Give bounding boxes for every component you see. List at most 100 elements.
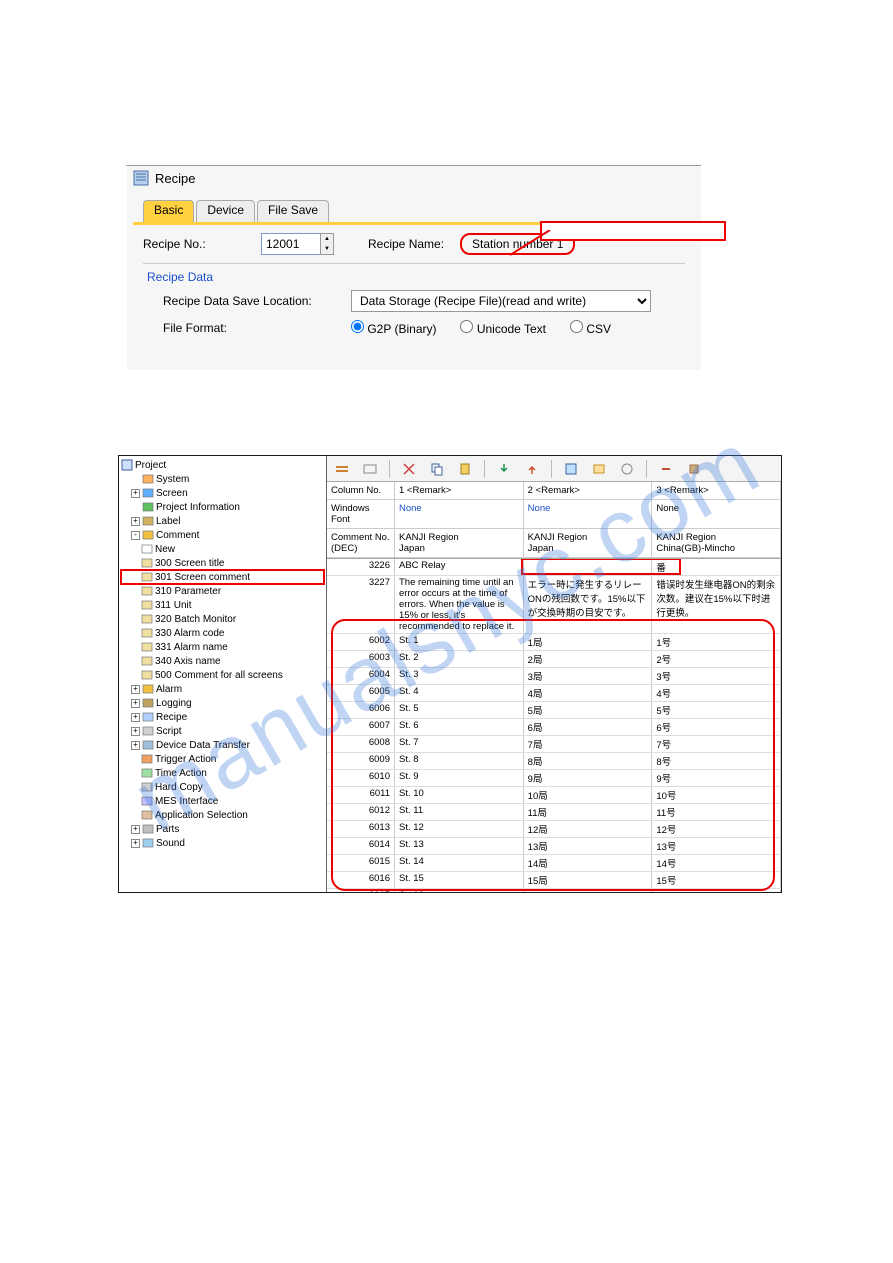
- cell-remark-3[interactable]: 9号: [652, 770, 781, 786]
- tb-btn-10[interactable]: [618, 460, 636, 478]
- cell-remark-3[interactable]: 错误时发生继电器ON的剩余次数。建议在15%以下时进行更换。: [652, 576, 781, 633]
- cell-remark-2[interactable]: 1局: [524, 634, 653, 650]
- tree-item[interactable]: 331 Alarm name: [121, 640, 324, 654]
- cell-remark-1[interactable]: St. 8: [395, 753, 524, 769]
- tb-btn-9[interactable]: [590, 460, 608, 478]
- tree-item[interactable]: Hard Copy: [121, 780, 324, 794]
- tree-item[interactable]: +Label: [121, 514, 324, 528]
- tree-item[interactable]: New: [121, 542, 324, 556]
- tree-item[interactable]: System: [121, 472, 324, 486]
- cell-remark-3[interactable]: 10号: [652, 787, 781, 803]
- cell-remark-3[interactable]: 番: [652, 559, 781, 575]
- cell-remark-2[interactable]: エラー時に発生するリレーONの残回数です。15%以下が交換時期の目安です。: [524, 576, 653, 633]
- cell-remark-2[interactable]: 15局: [524, 872, 653, 888]
- tree-item[interactable]: +Parts: [121, 822, 324, 836]
- cell-remark-3[interactable]: 5号: [652, 702, 781, 718]
- cell-remark-2[interactable]: [524, 559, 653, 575]
- cell-remark-3[interactable]: 14号: [652, 855, 781, 871]
- save-location-select[interactable]: Data Storage (Recipe File)(read and writ…: [351, 290, 651, 312]
- cell-remark-1[interactable]: St. 11: [395, 804, 524, 820]
- tree-root[interactable]: Project: [121, 458, 324, 472]
- cell-remark-2[interactable]: 8局: [524, 753, 653, 769]
- tb-btn-11[interactable]: [657, 460, 675, 478]
- table-row[interactable]: 6003St. 22局2号: [327, 651, 781, 668]
- kanji-region-1[interactable]: KANJI RegionJapan: [395, 529, 524, 557]
- table-row[interactable]: 6007St. 66局6号: [327, 719, 781, 736]
- tree-item[interactable]: +Alarm: [121, 682, 324, 696]
- kanji-region-2[interactable]: KANJI RegionJapan: [524, 529, 653, 557]
- tree-item[interactable]: Project Information: [121, 500, 324, 514]
- cell-remark-1[interactable]: St. 14: [395, 855, 524, 871]
- cell-remark-2[interactable]: 2局: [524, 651, 653, 667]
- cell-remark-2[interactable]: 12局: [524, 821, 653, 837]
- tree-item[interactable]: Trigger Action: [121, 752, 324, 766]
- cell-remark-1[interactable]: St. 3: [395, 668, 524, 684]
- tree-item[interactable]: +Sound: [121, 836, 324, 850]
- table-row[interactable]: 6011St. 1010局10号: [327, 787, 781, 804]
- winfont-3[interactable]: None: [652, 500, 781, 528]
- radio-unicode[interactable]: Unicode Text: [460, 320, 546, 336]
- expand-icon[interactable]: +: [131, 489, 140, 498]
- expand-icon[interactable]: +: [131, 741, 140, 750]
- table-row[interactable]: 6014St. 1313局13号: [327, 838, 781, 855]
- recipe-no-spinner[interactable]: ▲▼: [320, 233, 334, 255]
- cell-remark-3[interactable]: 11号: [652, 804, 781, 820]
- cell-remark-1[interactable]: ABC Relay: [395, 559, 524, 575]
- cell-remark-2[interactable]: 14局: [524, 855, 653, 871]
- tree-item[interactable]: +Script: [121, 724, 324, 738]
- tree-item[interactable]: 320 Batch Monitor: [121, 612, 324, 626]
- tree-item[interactable]: +Screen: [121, 486, 324, 500]
- table-row[interactable]: 6006St. 55局5号: [327, 702, 781, 719]
- tree-item[interactable]: 330 Alarm code: [121, 626, 324, 640]
- expand-icon[interactable]: +: [131, 839, 140, 848]
- cell-remark-1[interactable]: St. 13: [395, 838, 524, 854]
- tree-item[interactable]: 300 Screen title: [121, 556, 324, 570]
- radio-csv[interactable]: CSV: [570, 320, 611, 336]
- table-row[interactable]: 6017St. 1616局16号: [327, 889, 781, 892]
- cell-remark-3[interactable]: 13号: [652, 838, 781, 854]
- cell-remark-2[interactable]: 5局: [524, 702, 653, 718]
- cell-remark-1[interactable]: St. 5: [395, 702, 524, 718]
- tb-copy-icon[interactable]: [428, 460, 446, 478]
- cell-remark-1[interactable]: St. 2: [395, 651, 524, 667]
- tb-import-icon[interactable]: [495, 460, 513, 478]
- expand-icon[interactable]: +: [131, 727, 140, 736]
- cell-remark-1[interactable]: St. 10: [395, 787, 524, 803]
- tb-btn-8[interactable]: [562, 460, 580, 478]
- tab-basic[interactable]: Basic: [143, 200, 194, 222]
- tree-item[interactable]: +Logging: [121, 696, 324, 710]
- cell-remark-1[interactable]: St. 15: [395, 872, 524, 888]
- expand-icon[interactable]: +: [131, 685, 140, 694]
- tb-btn-12[interactable]: [685, 460, 703, 478]
- winfont-1[interactable]: None: [395, 500, 524, 528]
- tree-item[interactable]: 500 Comment for all screens: [121, 668, 324, 682]
- tree-item[interactable]: Time Action: [121, 766, 324, 780]
- cell-remark-2[interactable]: 4局: [524, 685, 653, 701]
- cell-remark-2[interactable]: 9局: [524, 770, 653, 786]
- cell-remark-2[interactable]: 11局: [524, 804, 653, 820]
- data-grid[interactable]: 3226ABC Relay番3227The remaining time unt…: [327, 559, 781, 892]
- table-row[interactable]: 6012St. 1111局11号: [327, 804, 781, 821]
- col-header-2[interactable]: 2 <Remark>: [524, 482, 653, 499]
- col-header-1[interactable]: 1 <Remark>: [395, 482, 524, 499]
- cell-remark-3[interactable]: 16号: [652, 889, 781, 892]
- tb-export-icon[interactable]: [523, 460, 541, 478]
- cell-remark-1[interactable]: St. 16: [395, 889, 524, 892]
- tree-item[interactable]: +Recipe: [121, 710, 324, 724]
- tab-filesave[interactable]: File Save: [257, 200, 329, 222]
- cell-remark-1[interactable]: St. 1: [395, 634, 524, 650]
- cell-remark-2[interactable]: 6局: [524, 719, 653, 735]
- tree-item[interactable]: 340 Axis name: [121, 654, 324, 668]
- tree-pane[interactable]: Project System+ScreenProject Information…: [119, 456, 327, 892]
- tb-btn-1[interactable]: [333, 460, 351, 478]
- cell-remark-2[interactable]: 3局: [524, 668, 653, 684]
- table-row[interactable]: 6009St. 88局8号: [327, 753, 781, 770]
- table-row[interactable]: 6004St. 33局3号: [327, 668, 781, 685]
- table-row[interactable]: 6016St. 1515局15号: [327, 872, 781, 889]
- cell-remark-3[interactable]: 7号: [652, 736, 781, 752]
- expand-icon[interactable]: +: [131, 699, 140, 708]
- tree-item[interactable]: 311 Unit: [121, 598, 324, 612]
- cell-remark-1[interactable]: St. 6: [395, 719, 524, 735]
- cell-remark-2[interactable]: 16局: [524, 889, 653, 892]
- table-row[interactable]: 3226ABC Relay番: [327, 559, 781, 576]
